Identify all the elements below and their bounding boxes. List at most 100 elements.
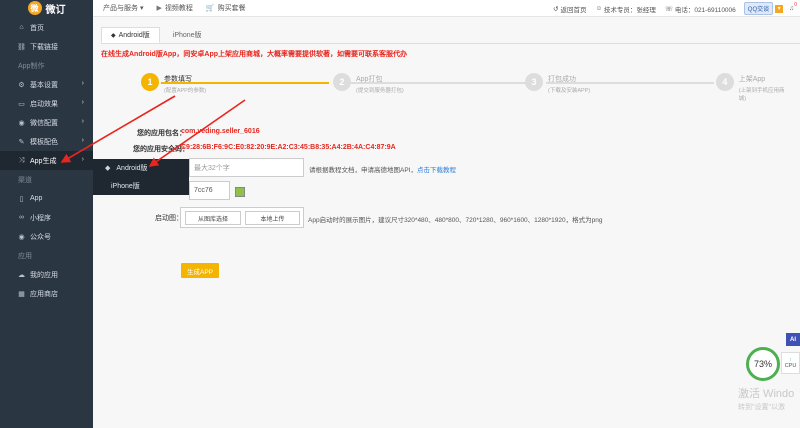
top-bar: 产品与服务 ▾ ▶ 视频教程 🛒 购买套餐 ↺ 返回首页 ☺ 技术专员：张经理 … xyxy=(93,0,800,17)
phone-contact: ☏ 电话：021-69110006 xyxy=(665,4,736,14)
notification-bell[interactable]: ♫ 0 xyxy=(789,2,797,12)
video-icon: ▶ xyxy=(156,5,162,12)
gear-icon: ⚙ xyxy=(18,81,25,89)
sidebar-item-home[interactable]: ⌂ 首页 xyxy=(0,18,93,37)
notification-count: 0 xyxy=(794,2,797,8)
local-upload-button[interactable]: 本地上传 xyxy=(245,211,300,225)
color-input[interactable]: 7cc76 xyxy=(189,181,230,200)
tab-iphone[interactable]: iPhone版 xyxy=(160,27,212,43)
sidebar-item-my-apps[interactable]: ☁ 我的应用 xyxy=(0,265,93,284)
app-name-hint: 请根据教程文档，申请高德地图API，点击下载教程 xyxy=(309,164,456,174)
qq-label: QQ交谈 xyxy=(747,7,770,13)
store-icon: ▦ xyxy=(18,290,25,298)
sidebar-section-channel: 渠道 xyxy=(18,176,32,184)
sidebar-item-app[interactable]: ▯ App xyxy=(0,189,93,208)
step-title: 打包成功 xyxy=(548,76,576,83)
sidebar-item-label: 公众号 xyxy=(30,233,51,241)
nav-video-tutorial[interactable]: ▶ 视频教程 xyxy=(156,3,192,13)
cart-icon: 🛒 xyxy=(205,5,215,12)
cpu-usage-meter[interactable]: 73% xyxy=(746,347,780,381)
splash-hint: App启动时的展示图片，建议尺寸320*480、480*800、720*1280… xyxy=(308,217,603,224)
step-4: 4 上架App (上架到手机应用商城) xyxy=(716,73,791,102)
sidebar-item-mini-program[interactable]: ∞ 小程序 xyxy=(0,208,93,227)
sidebar-item-app-store[interactable]: ▦ 应用商店 xyxy=(0,284,93,303)
qq-chat-button[interactable]: QQ交谈 xyxy=(743,2,774,15)
choose-from-library-button[interactable]: 从图库选择 xyxy=(185,211,241,225)
user-icon: ☺ xyxy=(595,5,604,12)
link-icon: ⛓ xyxy=(17,43,26,51)
sidebar-item-label: 首页 xyxy=(30,24,44,32)
main-panel: ◆ Android版 iPhone版 在线生成Android版App，同安卓Ap… xyxy=(93,17,800,428)
phone-icon: ☏ xyxy=(664,5,675,13)
sidebar-section-app: App制作 xyxy=(18,62,45,70)
sidebar-item-wechat-config[interactable]: ◉ 微信配置 › xyxy=(0,113,93,132)
step-number: 2 xyxy=(333,73,351,91)
sidebar-item-launch-effect[interactable]: ▭ 启动效果 › xyxy=(0,94,93,113)
monitor-icon: ▭ xyxy=(18,100,25,108)
cert-value: C9:28:6B:F6:9C:E0:82:20:9E:A2:C3:45:B8:3… xyxy=(181,144,396,151)
step-subtitle: (下载及安装APP) xyxy=(548,88,591,94)
color-swatch[interactable] xyxy=(235,187,245,197)
phone-icon: ▯ xyxy=(19,195,24,203)
android-icon: ◆ xyxy=(105,165,111,172)
wechat-icon: ◉ xyxy=(18,233,25,241)
sidebar-item-download-link[interactable]: ⛓ 下载链接 xyxy=(0,37,93,56)
qq-dropdown-icon[interactable]: ▾ xyxy=(775,4,784,13)
step-1: 1 参数填写 (配置APP的参数) xyxy=(141,73,206,94)
download-tutorial-link[interactable]: 点击下载教程 xyxy=(417,167,456,174)
wechat-icon: ◉ xyxy=(18,119,25,127)
platform-tabs: ◆ Android版 iPhone版 xyxy=(101,27,212,43)
shuffle-icon: ⤨ xyxy=(18,156,25,164)
cloud-icon: ☁ xyxy=(18,271,25,279)
step-title: App打包 xyxy=(356,76,383,83)
sidebar: 微 微订 ⌂ 首页 ⛓ 下载链接 App制作 ⚙ 基本设置 › ▭ 启动效果 ›… xyxy=(0,0,93,428)
step-title: 参数填写 xyxy=(164,76,192,83)
sidebar-item-template-color[interactable]: ✎ 模板配色 › xyxy=(0,132,93,151)
ai-assistant-badge[interactable]: AI xyxy=(786,333,800,346)
sidebar-item-label: 我的应用 xyxy=(30,271,58,279)
tab-label: Android版 xyxy=(118,32,150,39)
hint-text: 请根据教程文档，申请高德地图API， xyxy=(309,167,417,174)
package-name-value: com.veding.seller_6016 xyxy=(181,128,260,135)
android-notice: 在线生成Android版App，同安卓App上架应用商城，大概率需要提供软著，如… xyxy=(101,51,408,58)
sidebar-section-apps: 应用 xyxy=(18,252,32,260)
palette-icon: ✎ xyxy=(18,138,25,146)
nav-buy-package[interactable]: 🛒 购买套餐 xyxy=(206,3,246,13)
nav-products-services[interactable]: 产品与服务 ▾ xyxy=(103,3,143,13)
step-number: 3 xyxy=(525,73,543,91)
support-contact: ☺ 技术专员：张经理 xyxy=(595,4,655,14)
submenu-item-iphone[interactable]: iPhone版 xyxy=(93,177,189,195)
step-subtitle: (提交到服务器打包) xyxy=(356,88,404,94)
nav-label: 购买套餐 xyxy=(217,5,246,12)
step-number: 4 xyxy=(716,73,734,91)
home-icon: ⌂ xyxy=(19,24,24,31)
chevron-right-icon: › xyxy=(81,137,84,144)
step-subtitle: (配置APP的参数) xyxy=(164,88,207,94)
sidebar-item-app-generate[interactable]: ⤨ App生成 › xyxy=(0,151,93,170)
tab-android[interactable]: ◆ Android版 xyxy=(101,27,160,43)
sidebar-item-label: 模板配色 xyxy=(30,138,58,146)
nav-label: 视频教程 xyxy=(164,5,193,12)
sidebar-item-label: 微信配置 xyxy=(30,119,58,127)
brand-logo[interactable]: 微 微订 xyxy=(0,0,93,16)
app-generate-submenu: ◆ Android版 iPhone版 xyxy=(93,159,189,195)
brand-name: 微订 xyxy=(45,4,66,16)
back-home-link[interactable]: ↺ 返回首页 xyxy=(553,4,586,14)
chevron-right-icon: › xyxy=(81,156,84,163)
sidebar-item-label: 小程序 xyxy=(30,214,51,222)
chevron-right-icon: › xyxy=(81,80,84,87)
sidebar-item-basic-settings[interactable]: ⚙ 基本设置 › xyxy=(0,75,93,94)
mini-program-icon: ∞ xyxy=(19,214,24,221)
step-number: 1 xyxy=(141,73,159,91)
sidebar-item-label: 启动效果 xyxy=(30,100,58,108)
submenu-item-android[interactable]: ◆ Android版 xyxy=(93,159,189,177)
sidebar-item-official-account[interactable]: ◉ 公众号 xyxy=(0,227,93,246)
app-name-input[interactable]: 最大32个字 xyxy=(189,158,304,177)
step-2: 2 App打包 (提交到服务器打包) xyxy=(333,73,404,94)
chevron-right-icon: › xyxy=(81,99,84,106)
step-3: 3 打包成功 (下载及安装APP) xyxy=(525,73,590,94)
generate-app-button[interactable]: 生成APP xyxy=(181,263,219,278)
phone-label: 电话：021-69110006 xyxy=(674,6,736,14)
top-right-area: ↺ 返回首页 ☺ 技术专员：张经理 ☏ 电话：021-69110006 QQ交谈… xyxy=(544,0,797,17)
sidebar-item-label: 基本设置 xyxy=(30,81,58,89)
